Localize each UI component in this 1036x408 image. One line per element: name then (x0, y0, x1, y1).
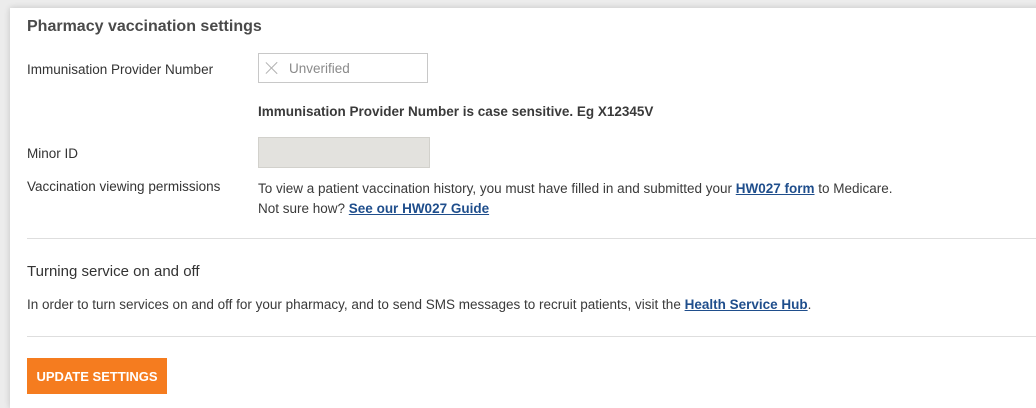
health-service-hub-link[interactable]: Health Service Hub (685, 297, 808, 312)
close-icon (265, 61, 279, 75)
divider (27, 336, 1036, 337)
immunisation-provider-number-field[interactable]: Unverified (258, 53, 428, 83)
divider (27, 238, 1036, 239)
immunisation-hint: Immunisation Provider Number is case sen… (258, 104, 654, 119)
vaccination-permissions-text: To view a patient vaccination history, y… (258, 179, 893, 219)
services-title: Turning service on and off (27, 263, 200, 280)
section-title: Pharmacy vaccination settings (27, 18, 262, 35)
hw027-guide-link[interactable]: See our HW027 Guide (349, 201, 489, 216)
immunisation-provider-number-label: Immunisation Provider Number (27, 62, 214, 77)
minor-id-label: Minor ID (27, 146, 79, 161)
update-settings-button[interactable]: UPDATE SETTINGS (27, 358, 167, 394)
verification-status: Unverified (289, 60, 350, 76)
permissions-line1-prefix: To view a patient vaccination history, y… (258, 181, 736, 196)
services-text: In order to turn services on and off for… (27, 297, 811, 312)
permissions-line2-prefix: Not sure how? (258, 201, 349, 216)
services-text-prefix: In order to turn services on and off for… (27, 297, 685, 312)
minor-id-field[interactable] (258, 137, 430, 168)
vaccination-permissions-label: Vaccination viewing permissions (27, 179, 221, 194)
hw027-form-link[interactable]: HW027 form (736, 181, 815, 196)
services-text-suffix: . (807, 297, 812, 312)
permissions-line1-suffix: to Medicare. (814, 181, 893, 196)
settings-panel: Pharmacy vaccination settings Immunisati… (10, 8, 1036, 408)
